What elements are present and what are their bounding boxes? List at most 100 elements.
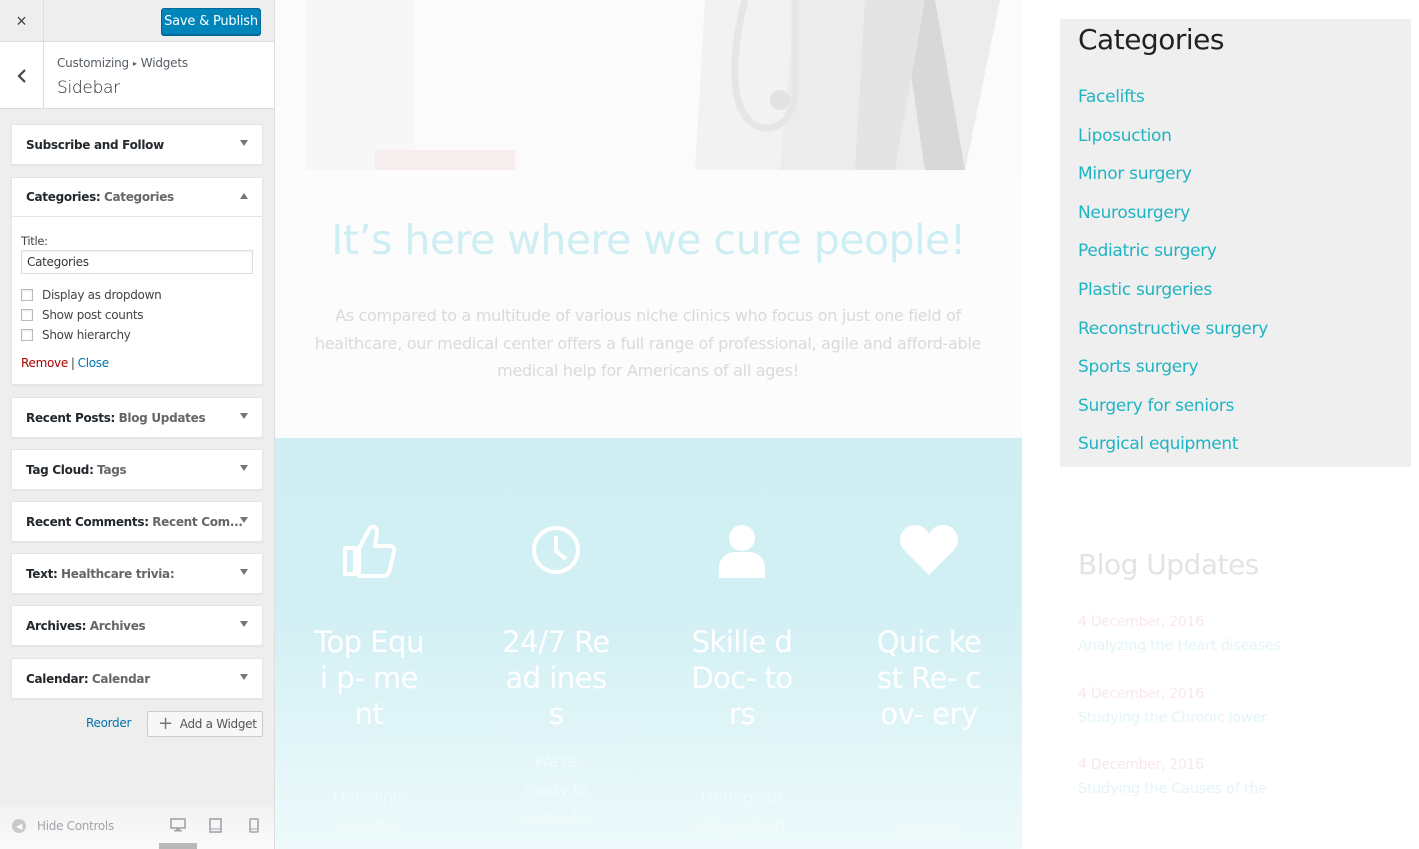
feature-title: Quic kest Re- cov- ery (876, 625, 982, 731)
post-link[interactable]: Studying the Chronic lower (1078, 710, 1398, 726)
widget-title: Tags (97, 462, 127, 477)
close-customizer-button[interactable]: × (0, 0, 44, 42)
widget-header[interactable]: Recent Posts: Blog Updates (12, 398, 262, 437)
breadcrumb-section: Widgets (140, 56, 188, 70)
widget-text: Text: Healthcare trivia: (11, 553, 263, 594)
post-date: 4 December, 2016 (1078, 757, 1204, 773)
category-link[interactable]: Reconstructive surgery (1078, 319, 1268, 358)
widget-header[interactable]: Recent Comments: Recent Com... (12, 502, 262, 541)
chevron-down-icon[interactable] (240, 517, 248, 523)
widget-header[interactable]: Archives: Archives (12, 606, 262, 645)
chevron-down-icon[interactable] (240, 674, 248, 680)
post-item: 4 December, 2016 Studying the Causes of … (1078, 757, 1398, 797)
chevron-down-icon[interactable] (240, 569, 248, 575)
widget-subscribe-follow: Subscribe and Follow (11, 124, 263, 165)
option-post-counts[interactable]: Show post counts (21, 307, 253, 322)
active-device-indicator (159, 843, 197, 849)
checkbox[interactable] (21, 308, 33, 321)
chevron-up-icon[interactable] (240, 193, 248, 199)
close-icon: × (16, 10, 27, 31)
widget-area-actions: Reorder + Add a Widget (11, 711, 263, 737)
post-item: 4 December, 2016 Analyzing the Heart dis… (1078, 614, 1398, 654)
section-title: Sidebar (57, 78, 120, 98)
widget-categories: Categories: Categories Title: Categories… (11, 177, 263, 385)
option-hierarchy[interactable]: Show hierarchy (21, 327, 253, 342)
widget-type: Recent Comments: (26, 514, 149, 529)
categories-widget: Categories Facelifts Liposuction Minor s… (1060, 19, 1411, 467)
chevron-down-icon[interactable] (240, 465, 248, 471)
widget-type: Calendar: (26, 671, 89, 686)
title-label: Title: (21, 234, 48, 248)
chevron-left-icon (16, 68, 26, 83)
widget-header[interactable]: Calendar: Calendar (12, 659, 262, 698)
post-link[interactable]: Analyzing the Heart diseases (1078, 638, 1398, 654)
category-link[interactable]: Liposuction (1078, 126, 1268, 165)
intro-text: As compared to a multitude of various ni… (314, 306, 982, 380)
remove-link[interactable]: Remove (21, 356, 68, 370)
page-headline: It’s here where we cure people! (331, 216, 966, 264)
chevron-down-icon[interactable] (240, 413, 248, 419)
category-link[interactable]: Facelifts (1078, 87, 1268, 126)
widget-title: Recent Com... (152, 514, 243, 529)
widget-type: Text: (26, 566, 58, 581)
heart-icon (899, 520, 959, 580)
widget-header[interactable]: Categories: Categories (12, 178, 262, 217)
widget-archives: Archives: Archives (11, 605, 263, 646)
post-item: 4 December, 2016 Studying the Chronic lo… (1078, 686, 1398, 726)
category-link[interactable]: Surgery for seniors (1078, 396, 1268, 435)
save-publish-button[interactable]: Save & Publish (161, 8, 261, 35)
user-icon (712, 520, 772, 580)
category-link[interactable]: Sports surgery (1078, 357, 1268, 396)
hero-image (275, 0, 1022, 170)
feature-desc: During our 25 years in (699, 788, 785, 835)
post-link[interactable]: Studying the Causes of the (1078, 781, 1398, 797)
mobile-icon[interactable] (249, 818, 259, 833)
tablet-icon[interactable] (209, 818, 222, 833)
option-label: Show hierarchy (42, 327, 131, 342)
option-dropdown[interactable]: Display as dropdown (21, 287, 253, 302)
widget-header[interactable]: Subscribe and Follow (12, 125, 262, 164)
add-widget-button[interactable]: + Add a Widget (147, 711, 263, 737)
hide-controls-label: Hide Controls (37, 819, 114, 833)
widget-title: Categories (103, 190, 174, 204)
close-link[interactable]: Close (78, 356, 110, 370)
reorder-link[interactable]: Reorder (86, 716, 131, 730)
widget-actions: Remove | Close (21, 356, 253, 370)
checkbox[interactable] (21, 328, 33, 341)
feature-desc: We're ready to come to (523, 752, 589, 826)
category-link[interactable]: Neurosurgery (1078, 203, 1268, 242)
collapse-icon: ◀ (12, 819, 26, 833)
widget-type: Categories: (26, 190, 101, 204)
widget-type: Recent Posts: (26, 410, 116, 425)
category-link[interactable]: Plastic surgeries (1078, 280, 1268, 319)
widget-header[interactable]: Tag Cloud: Tags (12, 450, 262, 489)
section-header: Customizing ▸ Widgets Sidebar (0, 42, 274, 109)
desktop-icon[interactable] (170, 818, 186, 832)
widget-type: Tag Cloud: (26, 462, 94, 477)
option-label: Display as dropdown (42, 287, 162, 302)
category-link[interactable]: Minor surgery (1078, 164, 1268, 203)
intro-section: It’s here where we cure people! As compa… (275, 170, 1022, 438)
blog-updates-widget: Blog Updates 4 December, 2016 Analyzing … (1060, 500, 1411, 849)
chevron-down-icon[interactable] (240, 140, 248, 146)
category-link[interactable]: Surgical equipment (1078, 434, 1268, 473)
widget-header[interactable]: Text: Healthcare trivia: (12, 554, 262, 593)
back-button[interactable] (0, 42, 44, 109)
feature-desc: Our clinic has the (332, 788, 406, 835)
site-preview: It’s here where we cure people! As compa… (275, 0, 1419, 849)
title-field[interactable]: Categories (21, 250, 253, 274)
chevron-down-icon[interactable] (240, 621, 248, 627)
clock-icon (526, 520, 586, 580)
hide-controls-button[interactable]: ◀ Hide Controls (12, 819, 114, 833)
categories-title: Categories (1078, 23, 1224, 56)
widget-title: Calendar (91, 671, 150, 686)
checkbox[interactable] (21, 288, 33, 301)
widget-recent-posts: Recent Posts: Blog Updates (11, 397, 263, 438)
feature-title: Top Equi p- ment (314, 625, 424, 731)
widget-type: Archives: (26, 618, 87, 633)
category-link[interactable]: Pediatric surgery (1078, 241, 1268, 280)
post-date: 4 December, 2016 (1078, 614, 1204, 630)
widget-title: Blog Updates (118, 410, 206, 425)
post-date: 4 December, 2016 (1078, 686, 1204, 702)
widget-title: Healthcare trivia: (61, 566, 175, 581)
